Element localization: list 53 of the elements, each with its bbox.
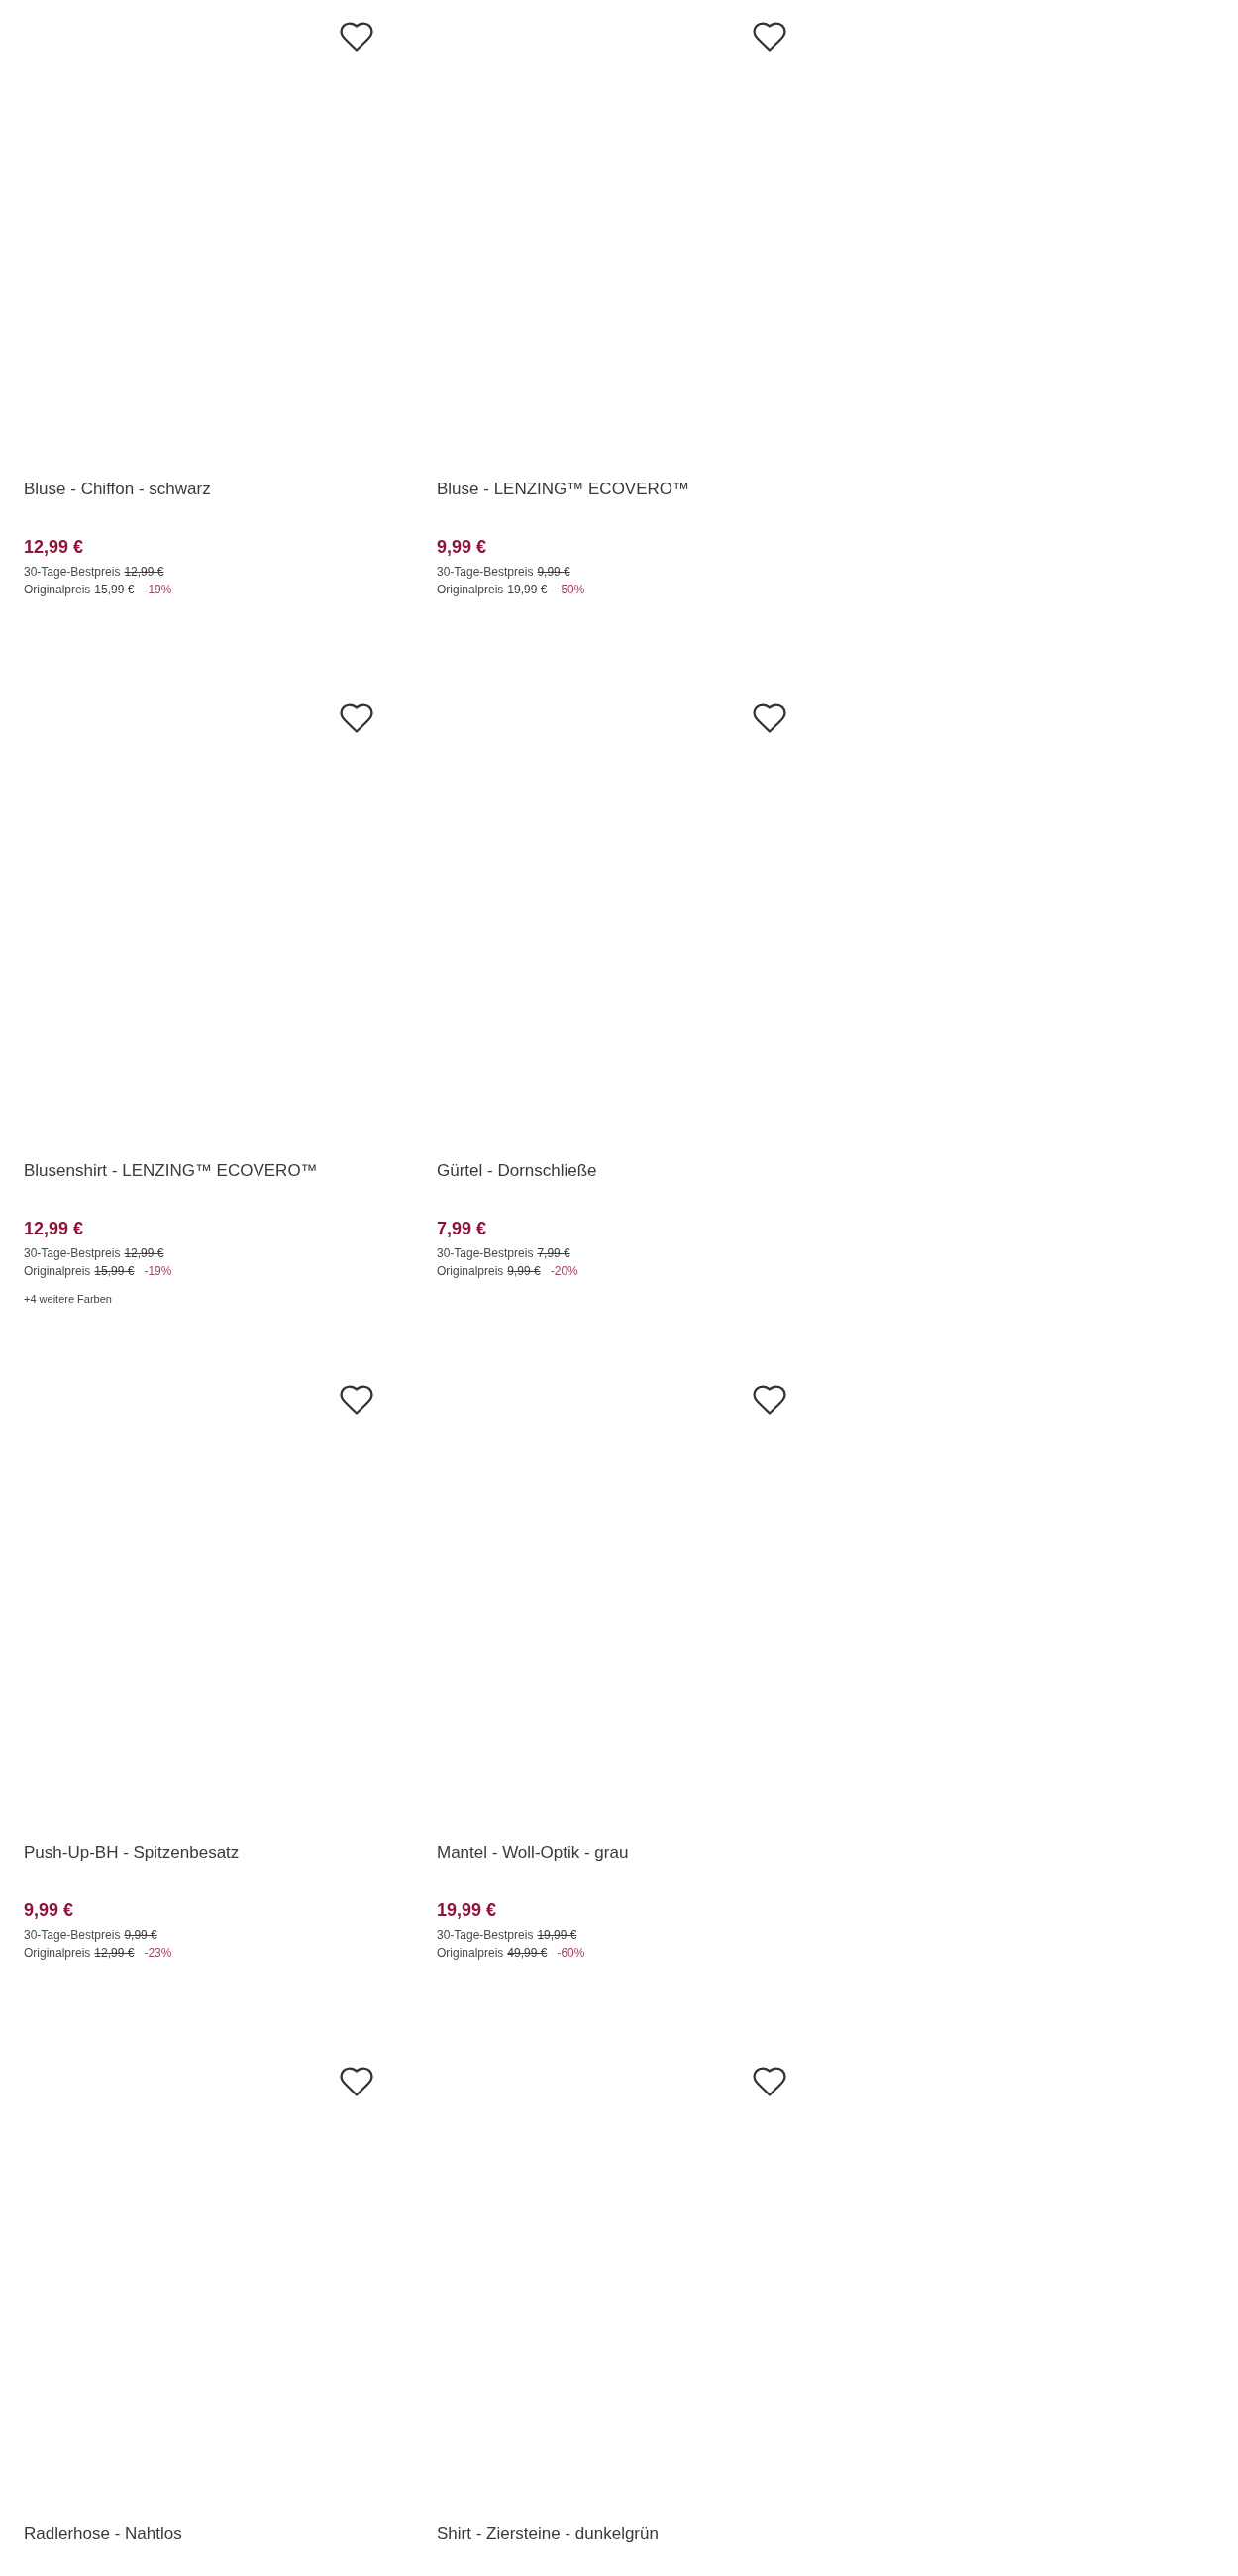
heart-icon[interactable]	[753, 22, 786, 52]
heart-icon[interactable]	[340, 703, 373, 733]
discount-label: -19%	[144, 582, 172, 598]
sale-price: 19,99 €	[437, 1899, 497, 1921]
discount-label: -19%	[144, 1263, 172, 1280]
original-price-label: Originalpreis	[24, 582, 91, 598]
product-title[interactable]: Bluse - Chiffon - schwarz	[24, 479, 372, 500]
original-price-label: Originalpreis	[437, 582, 504, 598]
best-price-label: 30-Tage-Bestpreis	[437, 1245, 534, 1262]
original-price-label: Originalpreis	[24, 1263, 91, 1280]
heart-icon[interactable]	[753, 703, 786, 733]
original-price: 9,99 €	[507, 1263, 541, 1280]
product-title[interactable]: Push-Up-BH - Spitzenbesatz	[24, 1842, 372, 1864]
product-title[interactable]: Radlerhose - Nahtlos	[24, 2523, 372, 2545]
heart-icon[interactable]	[753, 2067, 786, 2096]
best-price-label: 30-Tage-Bestpreis	[437, 564, 534, 581]
heart-icon[interactable]	[340, 22, 373, 52]
discount-label: -20%	[550, 1263, 578, 1280]
product-title[interactable]: Blusenshirt - LENZING™ ECOVERO™	[24, 1160, 372, 1182]
heart-icon[interactable]	[340, 1385, 373, 1415]
original-price-label: Originalpreis	[437, 1945, 504, 1962]
product-title[interactable]: Bluse - LENZING™ ECOVERO™	[437, 479, 785, 500]
more-colors-link[interactable]: +4 weitere Farben	[24, 1290, 112, 1308]
best-price: 19,99 €	[537, 1927, 577, 1944]
best-price: 9,99 €	[537, 564, 570, 581]
product-title[interactable]: Gürtel - Dornschließe	[437, 1160, 785, 1182]
product-title[interactable]: Shirt - Ziersteine - dunkelgrün	[437, 2523, 785, 2545]
best-price: 12,99 €	[124, 564, 164, 581]
sale-price: 9,99 €	[24, 1899, 74, 1921]
original-price-label: Originalpreis	[24, 1945, 91, 1962]
best-price-label: 30-Tage-Bestpreis	[24, 564, 121, 581]
best-price: 12,99 €	[124, 1245, 164, 1262]
sale-price: 7,99 €	[437, 1218, 487, 1239]
best-price: 9,99 €	[124, 1927, 157, 1944]
original-price: 49,99 €	[507, 1945, 548, 1962]
sale-price: 12,99 €	[24, 1218, 84, 1239]
original-price: 12,99 €	[94, 1945, 135, 1962]
best-price: 7,99 €	[537, 1245, 570, 1262]
best-price-label: 30-Tage-Bestpreis	[437, 1927, 534, 1944]
original-price: 19,99 €	[507, 582, 548, 598]
discount-label: -60%	[557, 1945, 585, 1962]
original-price: 15,99 €	[94, 582, 135, 598]
best-price-label: 30-Tage-Bestpreis	[24, 1927, 121, 1944]
best-price-label: 30-Tage-Bestpreis	[24, 1245, 121, 1262]
discount-label: -23%	[144, 1945, 172, 1962]
sale-price: 12,99 €	[24, 536, 84, 558]
product-title[interactable]: Mantel - Woll-Optik - grau	[437, 1842, 785, 1864]
original-price-label: Originalpreis	[437, 1263, 504, 1280]
heart-icon[interactable]	[340, 2067, 373, 2096]
sale-price: 9,99 €	[437, 536, 487, 558]
discount-label: -50%	[557, 582, 585, 598]
heart-icon[interactable]	[753, 1385, 786, 1415]
original-price: 15,99 €	[94, 1263, 135, 1280]
